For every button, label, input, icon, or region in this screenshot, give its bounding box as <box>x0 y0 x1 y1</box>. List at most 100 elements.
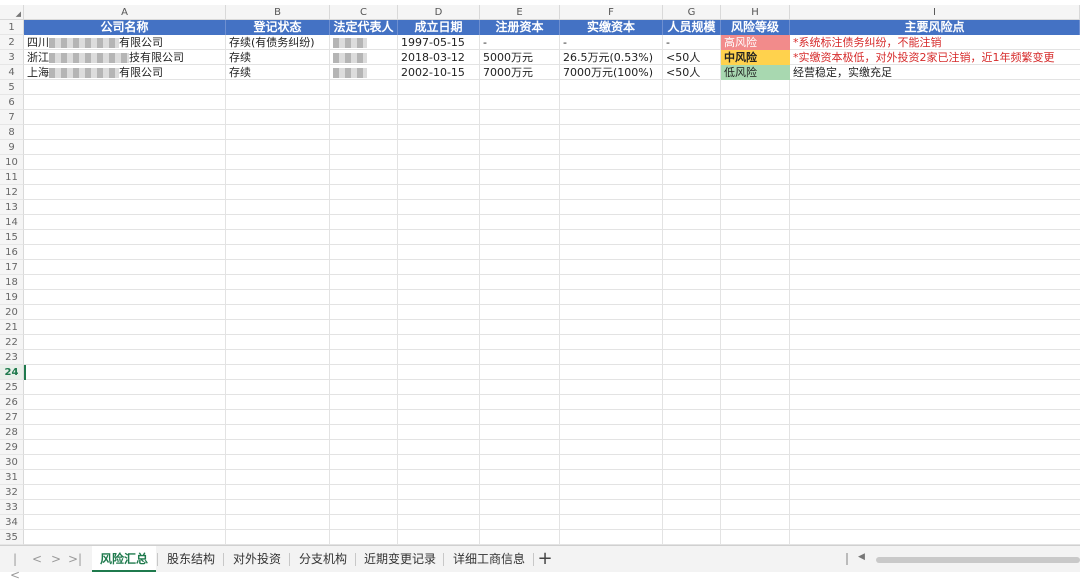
row-header-11[interactable]: 11 <box>0 170 24 185</box>
gridline-column <box>720 20 721 545</box>
column-header-E[interactable]: E <box>480 5 560 20</box>
row-header-35[interactable]: 35 <box>0 530 24 545</box>
reg-capital-cell[interactable]: 5000万元 <box>480 50 560 65</box>
column-header-F[interactable]: F <box>560 5 663 20</box>
paid-capital-cell[interactable]: - <box>560 35 663 50</box>
scroll-divider[interactable] <box>846 553 848 565</box>
staff-cell[interactable]: - <box>663 35 721 50</box>
founded-cell[interactable]: 2002-10-15 <box>398 65 480 80</box>
risk-cell[interactable]: 低风险 <box>721 65 790 80</box>
row-header-21[interactable]: 21 <box>0 320 24 335</box>
gridline-row <box>24 259 1080 260</box>
row-header-28[interactable]: 28 <box>0 425 24 440</box>
header-cell-D[interactable]: 成立日期 <box>398 20 480 35</box>
risk-cell[interactable]: 中风险 <box>721 50 790 65</box>
row-header-19[interactable]: 19 <box>0 290 24 305</box>
header-cell-B[interactable]: 登记状态 <box>226 20 330 35</box>
sheet-tab-3[interactable]: 对外投资 <box>226 546 288 572</box>
row-header-29[interactable]: 29 <box>0 440 24 455</box>
company-name-cell[interactable]: 四川 有限公司 <box>24 35 226 50</box>
row-header-17[interactable]: 17 <box>0 260 24 275</box>
risk-point-cell[interactable]: 经营稳定，实缴充足 <box>790 65 1080 80</box>
column-header-C[interactable]: C <box>330 5 398 20</box>
row-header-32[interactable]: 32 <box>0 485 24 500</box>
row-header-12[interactable]: 12 <box>0 185 24 200</box>
header-cell-F[interactable]: 实缴资本 <box>560 20 663 35</box>
row-header-24[interactable]: 24 <box>0 365 24 380</box>
reg-capital-cell[interactable]: 7000万元 <box>480 65 560 80</box>
reg-capital-cell[interactable]: - <box>480 35 560 50</box>
header-cell-I[interactable]: 主要风险点 <box>790 20 1080 35</box>
row-header-20[interactable]: 20 <box>0 305 24 320</box>
row-header-31[interactable]: 31 <box>0 470 24 485</box>
header-cell-E[interactable]: 注册资本 <box>480 20 560 35</box>
column-header-G[interactable]: G <box>663 5 721 20</box>
horizontal-scrollbar[interactable] <box>876 557 1080 563</box>
status-cell[interactable]: 存续 <box>226 65 330 80</box>
row-header-14[interactable]: 14 <box>0 215 24 230</box>
header-cell-G[interactable]: 人员规模 <box>663 20 721 35</box>
row-header-13[interactable]: 13 <box>0 200 24 215</box>
gridline-column <box>225 20 226 545</box>
spreadsheet-grid[interactable]: ◢ ABCDEFGHI 1 2 3 4 5 6 7 8 9 10 11 12 13 14 15 16 17 18 1… <box>0 0 1080 545</box>
sheet-tab-5[interactable]: 近期变更记录 <box>358 546 442 572</box>
sheet-tab-1[interactable]: 风险汇总 <box>92 546 156 572</box>
row-header-3[interactable]: 3 <box>0 50 24 65</box>
sheet-tab-2[interactable]: 股东结构 <box>160 546 222 572</box>
company-name-suffix: 技有限公司 <box>129 51 184 64</box>
row-header-10[interactable]: 10 <box>0 155 24 170</box>
select-all-corner[interactable]: ◢ <box>0 5 24 20</box>
company-name-cell[interactable]: 上海 有限公司 <box>24 65 226 80</box>
row-header-30[interactable]: 30 <box>0 455 24 470</box>
risk-point-cell[interactable]: *系统标注债务纠纷，不能注销 <box>790 35 1080 50</box>
rep-cell[interactable] <box>330 35 398 50</box>
column-header-I[interactable]: I <box>790 5 1080 20</box>
header-cell-A[interactable]: 公司名称 <box>24 20 226 35</box>
row-header-2[interactable]: 2 <box>0 35 24 50</box>
rep-cell[interactable] <box>330 50 398 65</box>
row-header-7[interactable]: 7 <box>0 110 24 125</box>
row-header-23[interactable]: 23 <box>0 350 24 365</box>
last-sheet-icon[interactable]: >| <box>68 551 82 567</box>
first-sheet-icon[interactable]: |< <box>8 551 22 582</box>
row-header-4[interactable]: 4 <box>0 65 24 80</box>
row-header-9[interactable]: 9 <box>0 140 24 155</box>
next-sheet-icon[interactable]: > <box>49 551 63 567</box>
row-header-5[interactable]: 5 <box>0 80 24 95</box>
founded-cell[interactable]: 2018-03-12 <box>398 50 480 65</box>
row-header-15[interactable]: 15 <box>0 230 24 245</box>
header-cell-H[interactable]: 风险等级 <box>721 20 790 35</box>
rep-cell[interactable] <box>330 65 398 80</box>
company-name-cell[interactable]: 浙江 技有限公司 <box>24 50 226 65</box>
prev-sheet-icon[interactable]: < <box>30 551 44 567</box>
row-header-33[interactable]: 33 <box>0 500 24 515</box>
paid-capital-cell[interactable]: 7000万元(100%) <box>560 65 663 80</box>
row-header-6[interactable]: 6 <box>0 95 24 110</box>
paid-capital-cell[interactable]: 26.5万元(0.53%) <box>560 50 663 65</box>
staff-cell[interactable]: <50人 <box>663 65 721 80</box>
risk-cell[interactable]: 高风险 <box>721 35 790 50</box>
scroll-left-icon[interactable]: ◀ <box>858 552 865 562</box>
row-header-25[interactable]: 25 <box>0 380 24 395</box>
header-cell-C[interactable]: 法定代表人 <box>330 20 398 35</box>
sheet-tab-6[interactable]: 详细工商信息 <box>446 546 532 572</box>
row-header-26[interactable]: 26 <box>0 395 24 410</box>
row-header-16[interactable]: 16 <box>0 245 24 260</box>
row-header-18[interactable]: 18 <box>0 275 24 290</box>
row-header-22[interactable]: 22 <box>0 335 24 350</box>
sheet-tab-4[interactable]: 分支机构 <box>292 546 354 572</box>
founded-cell[interactable]: 1997-05-15 <box>398 35 480 50</box>
add-sheet-plus-icon[interactable]: + <box>536 548 554 570</box>
column-header-B[interactable]: B <box>226 5 330 20</box>
row-header-1[interactable]: 1 <box>0 20 24 35</box>
status-cell[interactable]: 存续 <box>226 50 330 65</box>
column-header-A[interactable]: A <box>24 5 226 20</box>
column-header-D[interactable]: D <box>398 5 480 20</box>
risk-point-cell[interactable]: *实缴资本极低，对外投资2家已注销，近1年频繁变更 <box>790 50 1080 65</box>
staff-cell[interactable]: <50人 <box>663 50 721 65</box>
column-header-H[interactable]: H <box>721 5 790 20</box>
row-header-8[interactable]: 8 <box>0 125 24 140</box>
row-header-34[interactable]: 34 <box>0 515 24 530</box>
status-cell[interactable]: 存续(有债务纠纷) <box>226 35 330 50</box>
row-header-27[interactable]: 27 <box>0 410 24 425</box>
